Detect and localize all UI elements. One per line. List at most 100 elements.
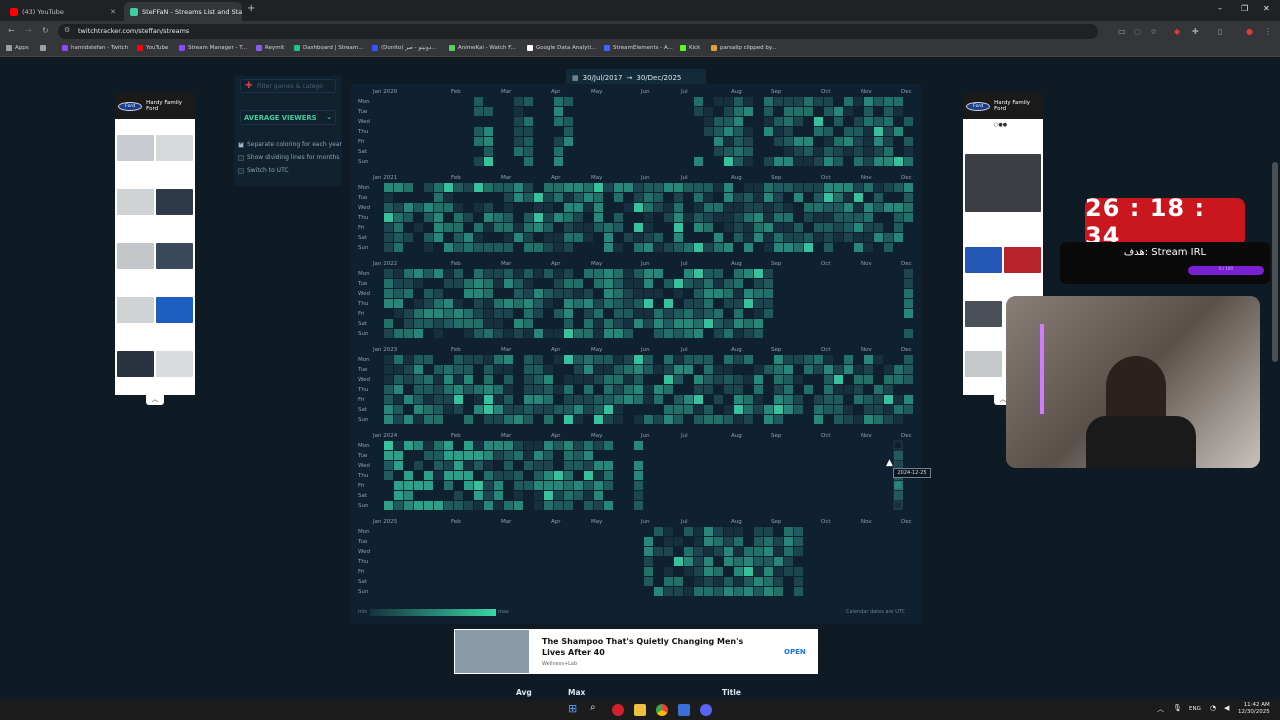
calendar-day-cell[interactable] [544,365,553,374]
calendar-day-cell[interactable] [484,127,493,136]
calendar-day-cell[interactable] [514,405,523,414]
calendar-day-cell[interactable] [534,375,543,384]
calendar-day-cell[interactable] [544,183,553,192]
calendar-day-cell[interactable] [524,289,533,298]
calendar-day-cell[interactable] [564,213,573,222]
calendar-day-cell[interactable] [734,107,743,116]
calendar-day-cell[interactable] [704,537,713,546]
calendar-day-cell[interactable] [514,223,523,232]
calendar-day-cell[interactable] [734,97,743,106]
calendar-day-cell[interactable] [684,319,693,328]
calendar-day-cell[interactable] [754,233,763,242]
calendar-day-cell[interactable] [524,415,533,424]
file-explorer-icon[interactable] [634,704,646,716]
calendar-day-cell[interactable] [894,415,903,424]
calendar-day-cell[interactable] [534,213,543,222]
calendar-day-cell[interactable] [684,355,693,364]
calendar-day-cell[interactable] [424,203,433,212]
calendar-day-cell[interactable] [514,319,523,328]
calendar-day-cell[interactable] [584,501,593,510]
calendar-day-cell[interactable] [394,213,403,222]
calendar-day-cell[interactable] [444,385,453,394]
calendar-day-cell[interactable] [484,147,493,156]
calendar-day-cell[interactable] [594,329,603,338]
calendar-day-cell[interactable] [854,147,863,156]
calendar-day-cell[interactable] [534,461,543,470]
calendar-day-cell[interactable] [544,203,553,212]
calendar-day-cell[interactable] [814,405,823,414]
calendar-day-cell[interactable] [884,147,893,156]
calendar-day-cell[interactable] [534,193,543,202]
calendar-day-cell[interactable] [494,299,503,308]
calendar-day-cell[interactable] [704,365,713,374]
app-icon[interactable] [678,704,690,716]
calendar-day-cell[interactable] [614,309,623,318]
calendar-day-cell[interactable] [624,375,633,384]
calendar-day-cell[interactable] [434,309,443,318]
calendar-day-cell[interactable] [404,375,413,384]
puzzle-icon[interactable]: ✚ [1192,27,1199,36]
calendar-day-cell[interactable] [854,137,863,146]
calendar-day-cell[interactable] [764,233,773,242]
calendar-day-cell[interactable] [564,451,573,460]
calendar-day-cell[interactable] [564,137,573,146]
calendar-day-cell[interactable] [484,405,493,414]
calendar-day-cell[interactable] [604,223,613,232]
calendar-day-cell[interactable] [704,319,713,328]
calendar-day-cell[interactable] [874,193,883,202]
calendar-day-cell[interactable] [634,243,643,252]
calendar-day-cell[interactable] [774,567,783,576]
calendar-day-cell[interactable] [404,395,413,404]
calendar-day-cell[interactable] [384,415,393,424]
calendar-day-cell[interactable] [714,365,723,374]
calendar-day-cell[interactable] [754,365,763,374]
calendar-day-cell[interactable] [504,451,513,460]
calendar-day-cell[interactable] [484,365,493,374]
calendar-day-cell[interactable] [504,243,513,252]
calendar-day-cell[interactable] [564,355,573,364]
truck-image[interactable] [117,135,154,161]
calendar-day-cell[interactable] [864,365,873,374]
calendar-day-cell[interactable] [394,501,403,510]
calendar-day-cell[interactable] [674,243,683,252]
calendar-day-cell[interactable] [564,299,573,308]
calendar-day-cell[interactable] [854,415,863,424]
calendar-day-cell[interactable] [534,395,543,404]
calendar-day-cell[interactable] [674,395,683,404]
calendar-day-cell[interactable] [564,117,573,126]
checkbox[interactable] [238,154,244,161]
calendar-day-cell[interactable] [494,415,503,424]
calendar-day-cell[interactable] [824,355,833,364]
calendar-day-cell[interactable] [394,269,403,278]
calendar-day-cell[interactable] [644,395,653,404]
calendar-day-cell[interactable] [534,243,543,252]
calendar-day-cell[interactable] [754,587,763,596]
calendar-day-cell[interactable] [504,415,513,424]
calendar-day-cell[interactable] [744,223,753,232]
calendar-day-cell[interactable] [484,329,493,338]
calendar-day-cell[interactable] [424,405,433,414]
calendar-day-cell[interactable] [664,567,673,576]
calendar-day-cell[interactable] [664,183,673,192]
calendar-day-cell[interactable] [814,395,823,404]
calendar-day-cell[interactable] [714,279,723,288]
calendar-day-cell[interactable] [904,269,913,278]
calendar-day-cell[interactable] [754,289,763,298]
calendar-day-cell[interactable] [504,213,513,222]
calendar-day-cell[interactable] [824,127,833,136]
calendar-day-cell[interactable] [604,289,613,298]
calendar-day-cell[interactable] [584,395,593,404]
calendar-day-cell[interactable] [404,289,413,298]
calendar-day-cell[interactable] [694,289,703,298]
calendar-day-cell[interactable] [404,471,413,480]
calendar-day-cell[interactable] [594,491,603,500]
cast-icon[interactable]: ▭ [1118,27,1126,36]
calendar-day-cell[interactable] [814,127,823,136]
calendar-day-cell[interactable] [444,203,453,212]
calendar-day-cell[interactable] [734,193,743,202]
calendar-day-cell[interactable] [754,193,763,202]
calendar-day-cell[interactable] [464,279,473,288]
calendar-day-cell[interactable] [754,329,763,338]
calendar-day-cell[interactable] [864,117,873,126]
calendar-day-cell[interactable] [524,309,533,318]
